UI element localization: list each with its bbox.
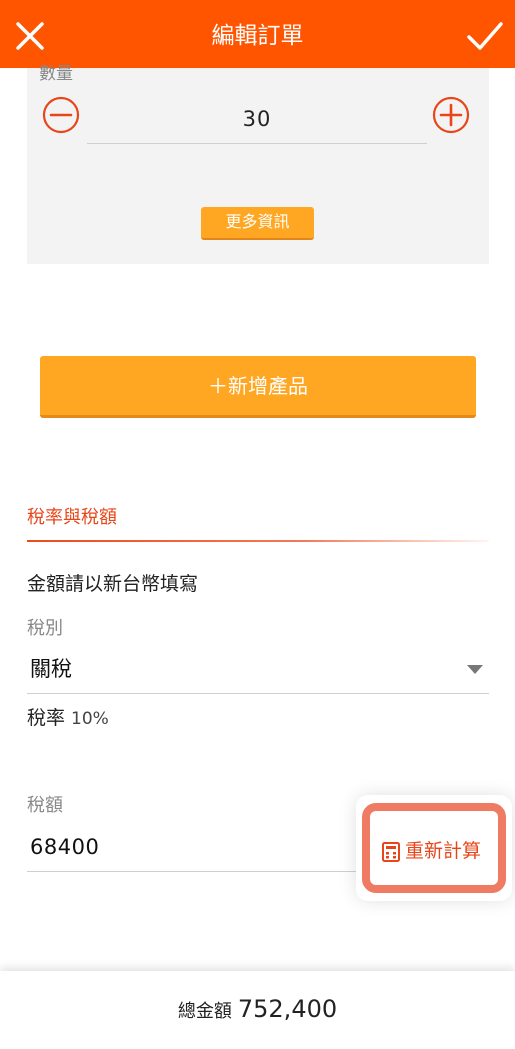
recalculate-button[interactable]: 重新計算 [362,803,506,893]
total-value: 752,400 [237,995,338,1023]
total-footer: 總金額 752,400 [0,971,515,1049]
page-title: 編輯訂單 [211,23,304,49]
dropdown-arrow-icon [467,665,483,674]
product-card: 數量 30 更多資訊 [27,64,489,264]
tax-rate-value: 10% [71,709,109,729]
tax-rate-label: 稅率 [27,707,66,729]
calculator-icon [382,842,400,862]
quantity-label: 數量 [39,64,73,84]
total-amount: 總金額 752,400 [0,991,515,1030]
plus-circle-icon[interactable] [432,96,470,134]
tax-rate: 稅率 10% [27,704,109,733]
check-icon[interactable] [465,16,505,56]
tax-section-title: 稅率與稅額 [27,507,117,528]
minus-circle-icon[interactable] [42,96,80,134]
recalculate-label: 重新計算 [405,840,482,862]
more-info-button[interactable]: 更多資訊 [201,207,314,240]
tax-amount-value: 68400 [30,835,100,859]
tax-type-value: 關稅 [30,657,72,681]
app-header: 編輯訂單 [0,0,515,68]
tax-amount-label: 稅額 [27,795,63,816]
tax-type-select[interactable]: 關稅 [27,650,489,694]
quantity-input[interactable]: 30 [87,96,427,144]
total-label: 總金額 [177,1001,232,1022]
section-divider [27,540,489,542]
currency-note: 金額請以新台幣填寫 [27,573,199,595]
add-product-button[interactable]: ＋新增產品 [40,356,476,418]
tax-type-label: 稅別 [27,618,63,639]
